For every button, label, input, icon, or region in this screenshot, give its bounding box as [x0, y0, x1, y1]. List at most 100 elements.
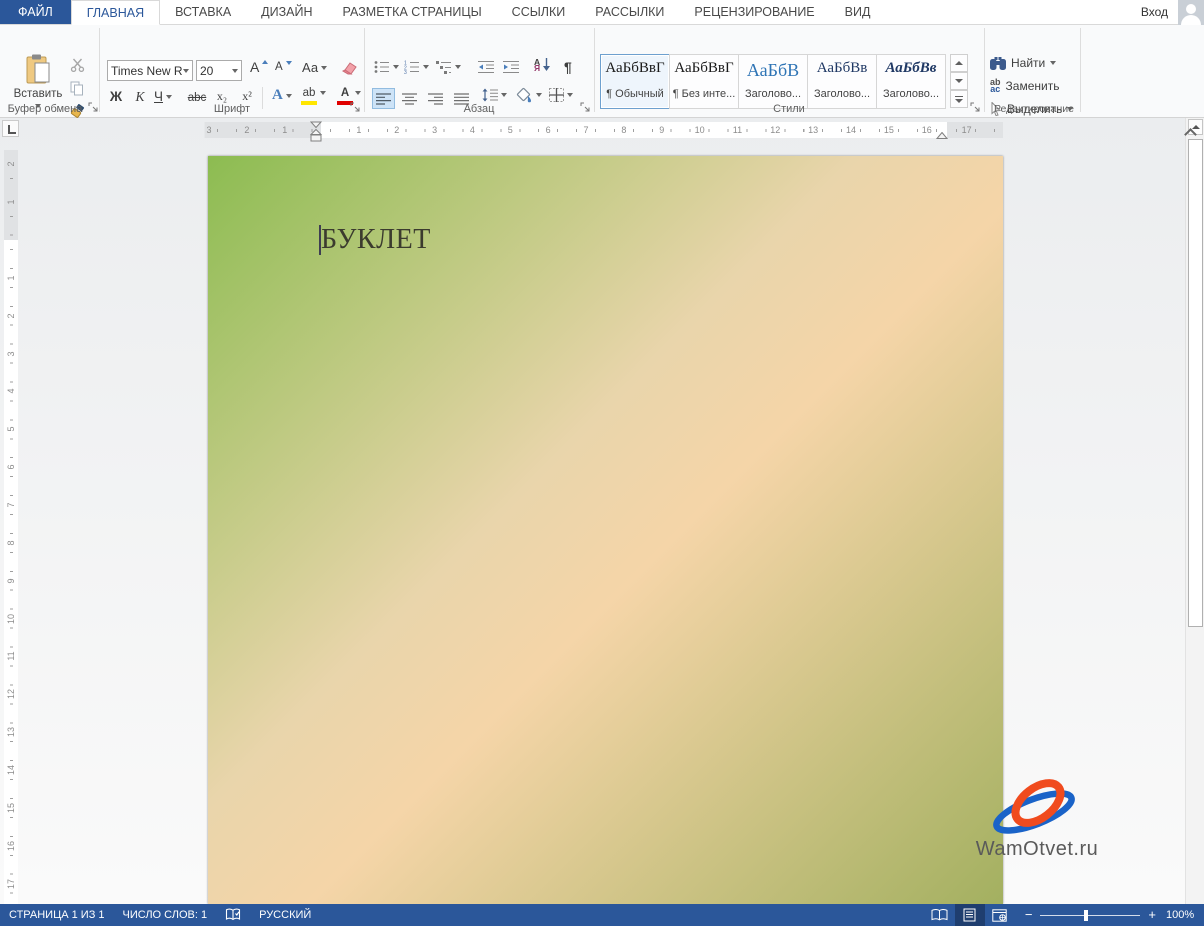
style-item[interactable]: АаБбВв Заголово...: [876, 54, 946, 109]
document-page[interactable]: БУКЛЕТ: [208, 156, 1003, 904]
ruler-number: 1: [354, 122, 363, 138]
style-label: Заголово...: [739, 88, 807, 100]
clear-formatting-button[interactable]: [340, 61, 357, 75]
zoom-level[interactable]: 100%: [1166, 909, 1204, 921]
arrow-down-icon: [955, 79, 963, 83]
style-item[interactable]: АаБбВвГ ¶ Обычный: [600, 54, 670, 109]
tab-selector-button[interactable]: [2, 120, 19, 137]
decrease-indent-button[interactable]: [478, 60, 494, 74]
font-size-combo[interactable]: 20: [196, 60, 242, 81]
ruler-text-area-vertical: 1 2 3 4 5 6 7 8 9 10 11 12: [4, 240, 18, 904]
font-color-dropdown[interactable]: [355, 91, 361, 95]
ruler-left-margin: 3 2 1: [208, 122, 321, 138]
group-separator: [594, 28, 595, 112]
document-heading-text[interactable]: БУКЛЕТ: [321, 224, 431, 256]
multilevel-list-button[interactable]: [436, 60, 461, 74]
paragraph-group-label: Абзац: [364, 103, 594, 115]
text-effects-button[interactable]: А: [272, 87, 292, 104]
underline-button[interactable]: Ч: [154, 89, 172, 104]
find-button[interactable]: Найти: [990, 56, 1056, 70]
styles-scroll-down-button[interactable]: [950, 72, 968, 90]
shading-button[interactable]: [515, 87, 542, 103]
line-spacing-button[interactable]: [482, 88, 507, 102]
ruler-text-area: 1 2 3 4 5 6 7 8 9 10 11 12: [321, 122, 947, 138]
show-paragraph-marks-button[interactable]: ¶: [564, 59, 572, 75]
chevron-down-icon: [455, 65, 461, 69]
chevron-down-icon: [536, 93, 542, 97]
ribbon-tab[interactable]: ДИЗАЙН: [246, 0, 327, 24]
line-spacing-icon: [482, 88, 498, 102]
ruler-number: 7: [6, 498, 16, 512]
sort-button[interactable]: А Я: [534, 58, 550, 72]
ruler-number: 16: [920, 122, 934, 138]
replace-button[interactable]: ab ac Заменить: [990, 79, 1059, 93]
ribbon-tab[interactable]: РЕЦЕНЗИРОВАНИЕ: [679, 0, 829, 24]
ribbon-tab[interactable]: ГЛАВНАЯ: [71, 0, 160, 25]
zoom-in-button[interactable]: +: [1148, 910, 1156, 920]
scrollbar-thumb[interactable]: [1188, 139, 1203, 627]
left-indent-marker: [311, 135, 321, 141]
ruler-number: 8: [619, 122, 628, 138]
chevron-down-icon: [166, 95, 172, 99]
vertical-scrollbar[interactable]: [1185, 118, 1204, 904]
paste-label: Вставить: [8, 88, 68, 100]
styles-dialog-launcher[interactable]: [970, 102, 981, 113]
paragraph-dialog-launcher[interactable]: [580, 102, 591, 113]
proofing-status[interactable]: [216, 904, 250, 926]
copy-icon: [70, 81, 84, 96]
vertical-ruler[interactable]: 2 1 1 2 3 4 5 6 7 8 9: [4, 150, 18, 904]
ribbon-tab[interactable]: РАЗМЕТКА СТРАНИЦЫ: [328, 0, 497, 24]
read-mode-button[interactable]: [925, 904, 955, 926]
increase-indent-button[interactable]: [503, 60, 519, 74]
ribbon-tab[interactable]: ВИД: [830, 0, 886, 24]
ruler-number: 8: [6, 536, 16, 550]
style-item[interactable]: АаБбВвГ ¶ Без инте...: [669, 54, 739, 109]
ruler-number: 13: [806, 122, 820, 138]
language-indicator[interactable]: РУССКИЙ: [250, 904, 320, 926]
indent-markers[interactable]: [310, 121, 322, 142]
grow-font-button[interactable]: A: [250, 59, 268, 75]
ribbon-tab[interactable]: ССЫЛКИ: [497, 0, 581, 24]
change-case-button[interactable]: Аа: [302, 60, 327, 75]
zoom-slider[interactable]: [1040, 915, 1140, 916]
sign-in-link[interactable]: Вход: [1141, 0, 1178, 24]
highlight-dropdown[interactable]: [320, 91, 326, 95]
print-layout-button[interactable]: [955, 904, 985, 926]
horizontal-ruler[interactable]: 3 2 1 1 2 3 4 5 6 7 8: [208, 122, 1003, 138]
style-label: ¶ Обычный: [601, 88, 669, 100]
page-indicator[interactable]: СТРАНИЦА 1 ИЗ 1: [0, 904, 114, 926]
numbering-button[interactable]: 123: [404, 60, 429, 74]
font-dialog-launcher[interactable]: [350, 102, 361, 113]
clipboard-dialog-launcher[interactable]: [88, 102, 99, 113]
watermark-logo: WamOtvet.ru: [962, 770, 1112, 861]
ribbon-tab[interactable]: ФАЙЛ: [0, 0, 71, 24]
arrow-down-icon: [955, 99, 963, 103]
ruler-number: 1: [6, 195, 16, 209]
bullet-list-icon: [374, 60, 390, 74]
shrink-font-button[interactable]: A: [275, 61, 292, 73]
ruler-number: 17: [960, 122, 974, 138]
zoom-out-button[interactable]: −: [1025, 910, 1033, 920]
group-separator: [99, 28, 100, 112]
font-family-combo[interactable]: Times New R: [107, 60, 193, 81]
chevron-down-icon: [567, 93, 573, 97]
borders-button[interactable]: [549, 88, 573, 102]
style-item[interactable]: АаБбВв Заголово...: [807, 54, 877, 109]
word-count[interactable]: ЧИСЛО СЛОВ: 1: [114, 904, 217, 926]
print-layout-icon: [963, 908, 976, 922]
copy-button[interactable]: [67, 78, 87, 98]
ribbon-tab[interactable]: РАССЫЛКИ: [580, 0, 679, 24]
style-item[interactable]: АаБбВ Заголово...: [738, 54, 808, 109]
collapse-ribbon-button[interactable]: [1186, 127, 1195, 136]
right-indent-marker[interactable]: [936, 132, 948, 139]
user-avatar-icon[interactable]: [1178, 0, 1204, 25]
zoom-slider-thumb[interactable]: [1084, 910, 1088, 921]
web-layout-button[interactable]: [985, 904, 1015, 926]
cut-button[interactable]: [67, 55, 87, 75]
statusbar-right: − + 100%: [925, 904, 1204, 926]
binoculars-icon: [990, 57, 1006, 70]
styles-scroll-up-button[interactable]: [950, 54, 968, 72]
bullets-button[interactable]: [374, 60, 399, 74]
ribbon-tab[interactable]: ВСТАВКА: [160, 0, 246, 24]
font-group-label: Шрифт: [100, 103, 364, 115]
